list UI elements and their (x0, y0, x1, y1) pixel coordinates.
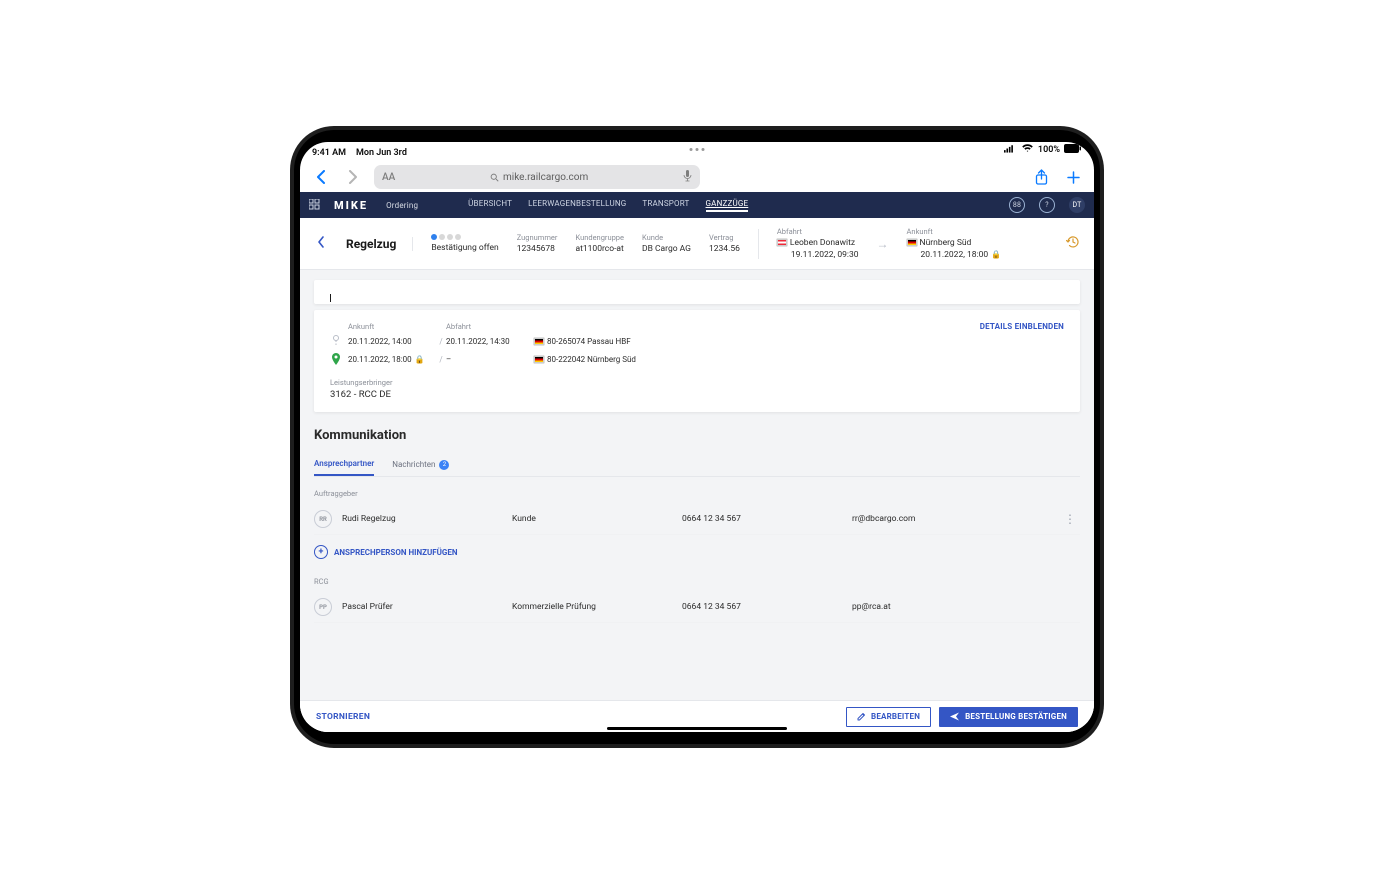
route-row-1: 20.11.2022, 14:00 / 20.11.2022, 14:30 80… (330, 334, 1064, 348)
contact-email: rr@dbcargo.com (852, 514, 1060, 524)
meta-kundengruppe: Kundengruppe at1100rco-at (575, 233, 624, 254)
browser-toolbar: AA mike.railcargo.com (300, 162, 1094, 192)
meta-vertrag: Vertrag 1234.56 (709, 233, 740, 254)
flag-at-icon (777, 239, 787, 246)
lock-icon: 🔒 (415, 355, 425, 364)
section-title-communication: Kommunikation (314, 428, 1080, 443)
communication-tabs: Ansprechpartner Nachrichten 2 (314, 453, 1080, 477)
status-label: Bestätigung offen (431, 243, 498, 253)
wifi-icon (1021, 142, 1034, 158)
collapsed-card[interactable] (314, 280, 1080, 304)
lock-icon: 🔒 (991, 250, 1001, 259)
user-avatar[interactable]: DT (1069, 197, 1085, 213)
textsize-button[interactable]: AA (382, 172, 395, 183)
contact-phone: 0664 12 34 567 (682, 514, 852, 524)
group-label-client: Auftraggeber (314, 489, 1080, 498)
contact-email: pp@rca.at (852, 602, 1060, 612)
share-icon[interactable] (1030, 169, 1052, 186)
nav-tabs: ÜBERSICHT LEERWAGENBESTELLUNG TRANSPORT … (468, 199, 748, 212)
messages-badge: 2 (439, 460, 449, 470)
contact-menu-icon[interactable]: ⋮ (1060, 512, 1080, 526)
signal-icon (1004, 142, 1017, 158)
nav-tab-ganzzuege[interactable]: GANZZÜGE (706, 199, 749, 212)
route-header-row: Ankunft Abfahrt (330, 322, 1064, 334)
arrival-col: Ankunft Nürnberg Süd 20.11.2022, 18:00🔒 (907, 227, 1002, 260)
waypoint-icon (330, 334, 342, 348)
nav-counter-icon[interactable]: 88 (1009, 197, 1025, 213)
url-bar[interactable]: AA mike.railcargo.com (374, 165, 700, 189)
meta-kunde: Kunde DB Cargo AG (642, 233, 691, 254)
departure-col: Abfahrt Leoben Donawitz 19.11.2022, 09:3… (777, 227, 859, 260)
pencil-icon (857, 712, 866, 721)
nav-tab-overview[interactable]: ÜBERSICHT (468, 199, 512, 212)
contact-name: Pascal Prüfer (342, 602, 512, 612)
flag-de-icon (534, 338, 544, 345)
provider: Leistungserbringer 3162 - RCC DE (330, 378, 1064, 400)
history-icon[interactable] (1066, 235, 1080, 252)
device-statusbar: 9:41 AM Mon Jun 3rd 100% (300, 142, 1094, 158)
contact-row-rcg: PP Pascal Prüfer Kommerzielle Prüfung 06… (314, 592, 1080, 623)
app-logo: MIKE (334, 199, 368, 212)
page: Regelzug Bestätigung offen Zugnummer 123… (300, 218, 1094, 732)
tablet-frame: 9:41 AM Mon Jun 3rd 100% (290, 126, 1104, 748)
route-arrow-icon: → (877, 237, 889, 251)
tab-messages[interactable]: Nachrichten 2 (392, 453, 449, 476)
app-navbar: MIKE Ordering ÜBERSICHT LEERWAGENBESTELL… (300, 192, 1094, 218)
send-icon (950, 712, 960, 721)
edit-button[interactable]: BEARBEITEN (846, 707, 931, 727)
contact-name: Rudi Regelzug (342, 514, 512, 524)
nav-tab-emptywagons[interactable]: LEERWAGENBESTELLUNG (528, 199, 626, 212)
meta-zugnummer: Zugnummer 12345678 (517, 233, 558, 254)
details-toggle[interactable]: DETAILS EINBLENDEN (980, 322, 1064, 331)
flag-de-icon (534, 356, 544, 363)
plus-icon: + (314, 545, 328, 559)
screen: 9:41 AM Mon Jun 3rd 100% (300, 142, 1094, 732)
nav-tab-transport[interactable]: TRANSPORT (642, 199, 689, 212)
contact-phone: 0664 12 34 567 (682, 602, 852, 612)
page-header: Regelzug Bestätigung offen Zugnummer 123… (300, 218, 1094, 270)
clock: 9:41 AM (312, 148, 346, 158)
back-button[interactable] (314, 236, 328, 252)
url-text: mike.railcargo.com (503, 172, 588, 183)
battery-icon (1064, 144, 1082, 156)
status-col: Bestätigung offen (431, 234, 498, 253)
browser-back[interactable] (310, 166, 332, 188)
search-icon (490, 173, 499, 182)
cancel-button[interactable]: STORNIEREN (316, 712, 370, 722)
battery-text: 100% (1038, 145, 1060, 155)
content: DETAILS EINBLENDEN Ankunft Abfahrt 20.11… (300, 270, 1094, 623)
contact-role: Kunde (512, 514, 682, 524)
page-title: Regelzug (346, 237, 413, 251)
avatar: PP (314, 598, 332, 616)
contact-role: Kommerzielle Prüfung (512, 602, 682, 612)
add-contact-button[interactable]: + ANSPRECHPERSON HINZUFÜGEN (314, 545, 1080, 559)
mic-icon[interactable] (683, 170, 692, 185)
route-row-2: 20.11.2022, 18:00🔒 / – 80-222042 Nürnber… (330, 352, 1064, 366)
app-grid-icon[interactable] (309, 199, 320, 212)
new-tab-icon[interactable] (1062, 170, 1084, 185)
home-indicator[interactable] (607, 727, 787, 730)
status-pills (431, 234, 498, 240)
avatar: RR (314, 510, 332, 528)
tab-contacts[interactable]: Ansprechpartner (314, 453, 374, 476)
destination-pin-icon (330, 352, 342, 366)
multitask-dots[interactable] (690, 148, 705, 151)
browser-forward (342, 166, 364, 188)
group-label-rcg: RCG (314, 577, 1080, 586)
app-subtitle: Ordering (386, 201, 418, 210)
route-card: DETAILS EINBLENDEN Ankunft Abfahrt 20.11… (314, 310, 1080, 412)
confirm-button[interactable]: BESTELLUNG BESTÄTIGEN (939, 707, 1078, 727)
flag-de-icon (907, 239, 917, 246)
contact-row-client: RR Rudi Regelzug Kunde 0664 12 34 567 rr… (314, 504, 1080, 535)
help-icon[interactable]: ? (1039, 197, 1055, 213)
date: Mon Jun 3rd (356, 148, 407, 158)
